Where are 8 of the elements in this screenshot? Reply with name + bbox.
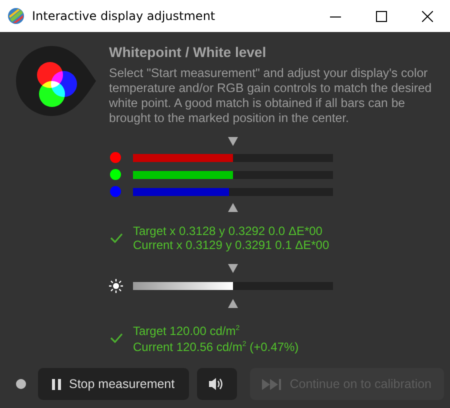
status-text: Current 120.56 cd/m$^{2}$ (+0.47%) [133,339,299,354]
stop-measurement-button[interactable]: Stop measurement [38,368,189,400]
instructions-text: Select "Start measurement" and adjust your display's color temperature and/or RGB gain controls to match the desired white point. A good match is obtained if all bars can be brought to the marked position in the center. [109,66,433,126]
status-text: Target x 0.3128 y 0.3292 0.0 ΔE*00 [133,224,324,238]
status-text: Current x 0.3129 y 0.3291 0.1 ΔE*00 [133,238,330,252]
section-heading: Whitepoint / White level [109,44,268,60]
status-text: Target 120.00 cd/m$^{2}$ [133,323,241,338]
window-title: Interactive display adjustment [32,9,216,23]
